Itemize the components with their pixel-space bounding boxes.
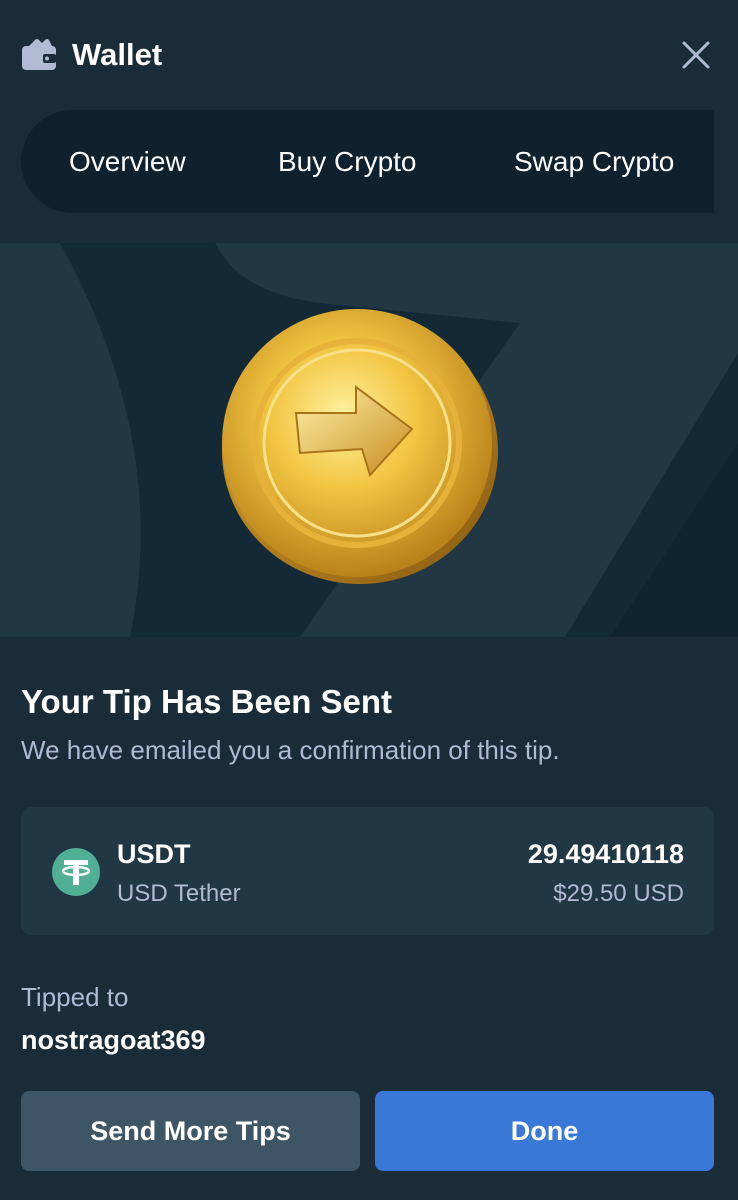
hero-banner [0,243,738,637]
token-amount: 29.49410118 [527,839,684,869]
tab-swap-crypto[interactable]: Swap Crypto [514,110,674,213]
token-usd-value: $29.50 USD [553,880,684,907]
close-icon[interactable] [676,36,716,76]
modal-header: Wallet [0,0,738,110]
token-symbol: USDT [117,839,191,869]
hero-illustration [60,243,738,637]
wallet-icon [22,39,56,70]
token-name: USD Tether [117,880,241,907]
tab-buy-crypto[interactable]: Buy Crypto [278,110,417,213]
send-more-tips-button[interactable]: Send More Tips [21,1091,360,1171]
tab-overview[interactable]: Overview [69,110,186,213]
confirmation-title: Your Tip Has Been Sent [21,683,393,720]
tip-recipient: nostragoat369 [21,1025,206,1055]
tab-bar: Overview Buy Crypto Swap Crypto [21,110,714,213]
done-button[interactable]: Done [375,1091,714,1171]
page-title: Wallet [72,37,163,72]
tipped-to-label: Tipped to [21,982,129,1012]
confirmation-subtitle: We have emailed you a confirmation of th… [21,735,560,765]
token-card: USDT USD Tether 29.49410118 $29.50 USD [21,807,714,935]
tether-icon [52,848,100,896]
